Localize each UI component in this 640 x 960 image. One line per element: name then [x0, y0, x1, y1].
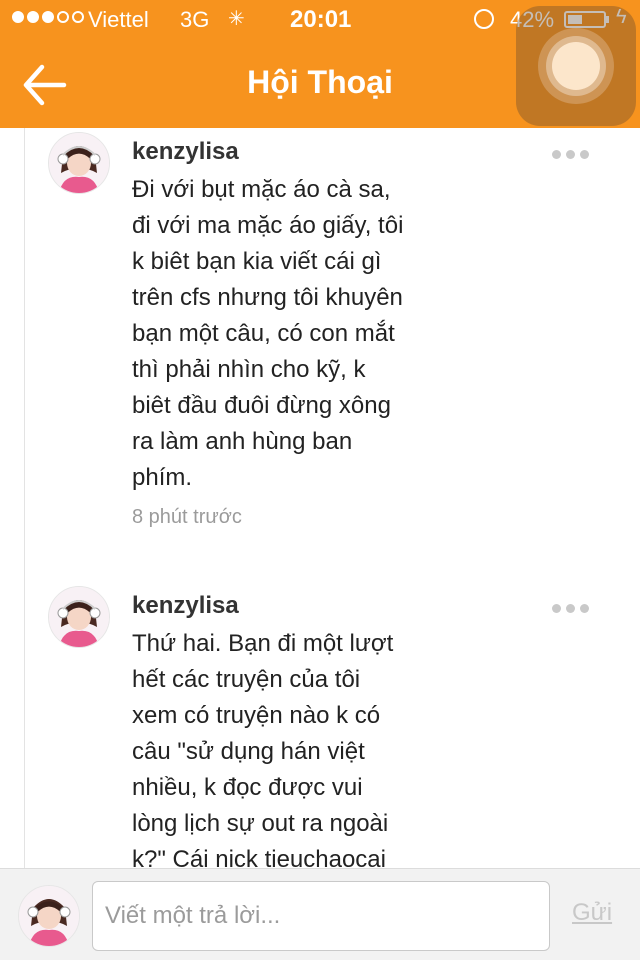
- carrier-name: Viettel: [88, 7, 149, 32]
- dot-icon: [552, 149, 561, 159]
- status-time: 20:01: [290, 6, 352, 33]
- comment-thread[interactable]: kenzylisa Đi với bụt mặc áo cà sa, đi vớ…: [0, 128, 640, 868]
- dot-icon: [580, 603, 589, 613]
- reply-input[interactable]: [92, 881, 550, 951]
- comment-timestamp: 8 phút trước: [132, 506, 242, 528]
- comment-text: Thứ hai. Bạn đi một lượt hết các truyện …: [132, 630, 394, 868]
- rotation-lock-icon: [474, 9, 494, 29]
- avatar-image: [49, 133, 109, 193]
- assistive-touch-button[interactable]: [516, 6, 636, 126]
- dot-icon: [580, 149, 589, 159]
- avatar[interactable]: [48, 586, 110, 648]
- avatar-image: [19, 886, 79, 946]
- reply-composer: Gửi: [0, 868, 640, 960]
- thread-line: [24, 128, 25, 868]
- comment-username[interactable]: kenzylisa: [132, 138, 239, 166]
- signal-strength-icon: [12, 11, 84, 23]
- avatar-image: [49, 587, 109, 647]
- current-user-avatar: [18, 885, 80, 947]
- send-button[interactable]: Gửi: [572, 899, 612, 927]
- avatar[interactable]: [48, 132, 110, 194]
- comment-text: Đi với bụt mặc áo cà sa, đi với ma mặc á…: [132, 176, 404, 491]
- dot-icon: [566, 603, 575, 613]
- dot-icon: [566, 149, 575, 159]
- network-type: 3G: [180, 7, 210, 32]
- assistive-core: [552, 42, 600, 90]
- more-options-button[interactable]: [552, 598, 592, 618]
- network-activity-icon: ✳: [228, 8, 245, 30]
- comment-username[interactable]: kenzylisa: [132, 592, 239, 620]
- more-options-button[interactable]: [552, 144, 592, 164]
- app-header: Viettel 3G ✳ 20:01 42% ϟ Hội Thoại: [0, 0, 640, 128]
- dot-icon: [552, 603, 561, 613]
